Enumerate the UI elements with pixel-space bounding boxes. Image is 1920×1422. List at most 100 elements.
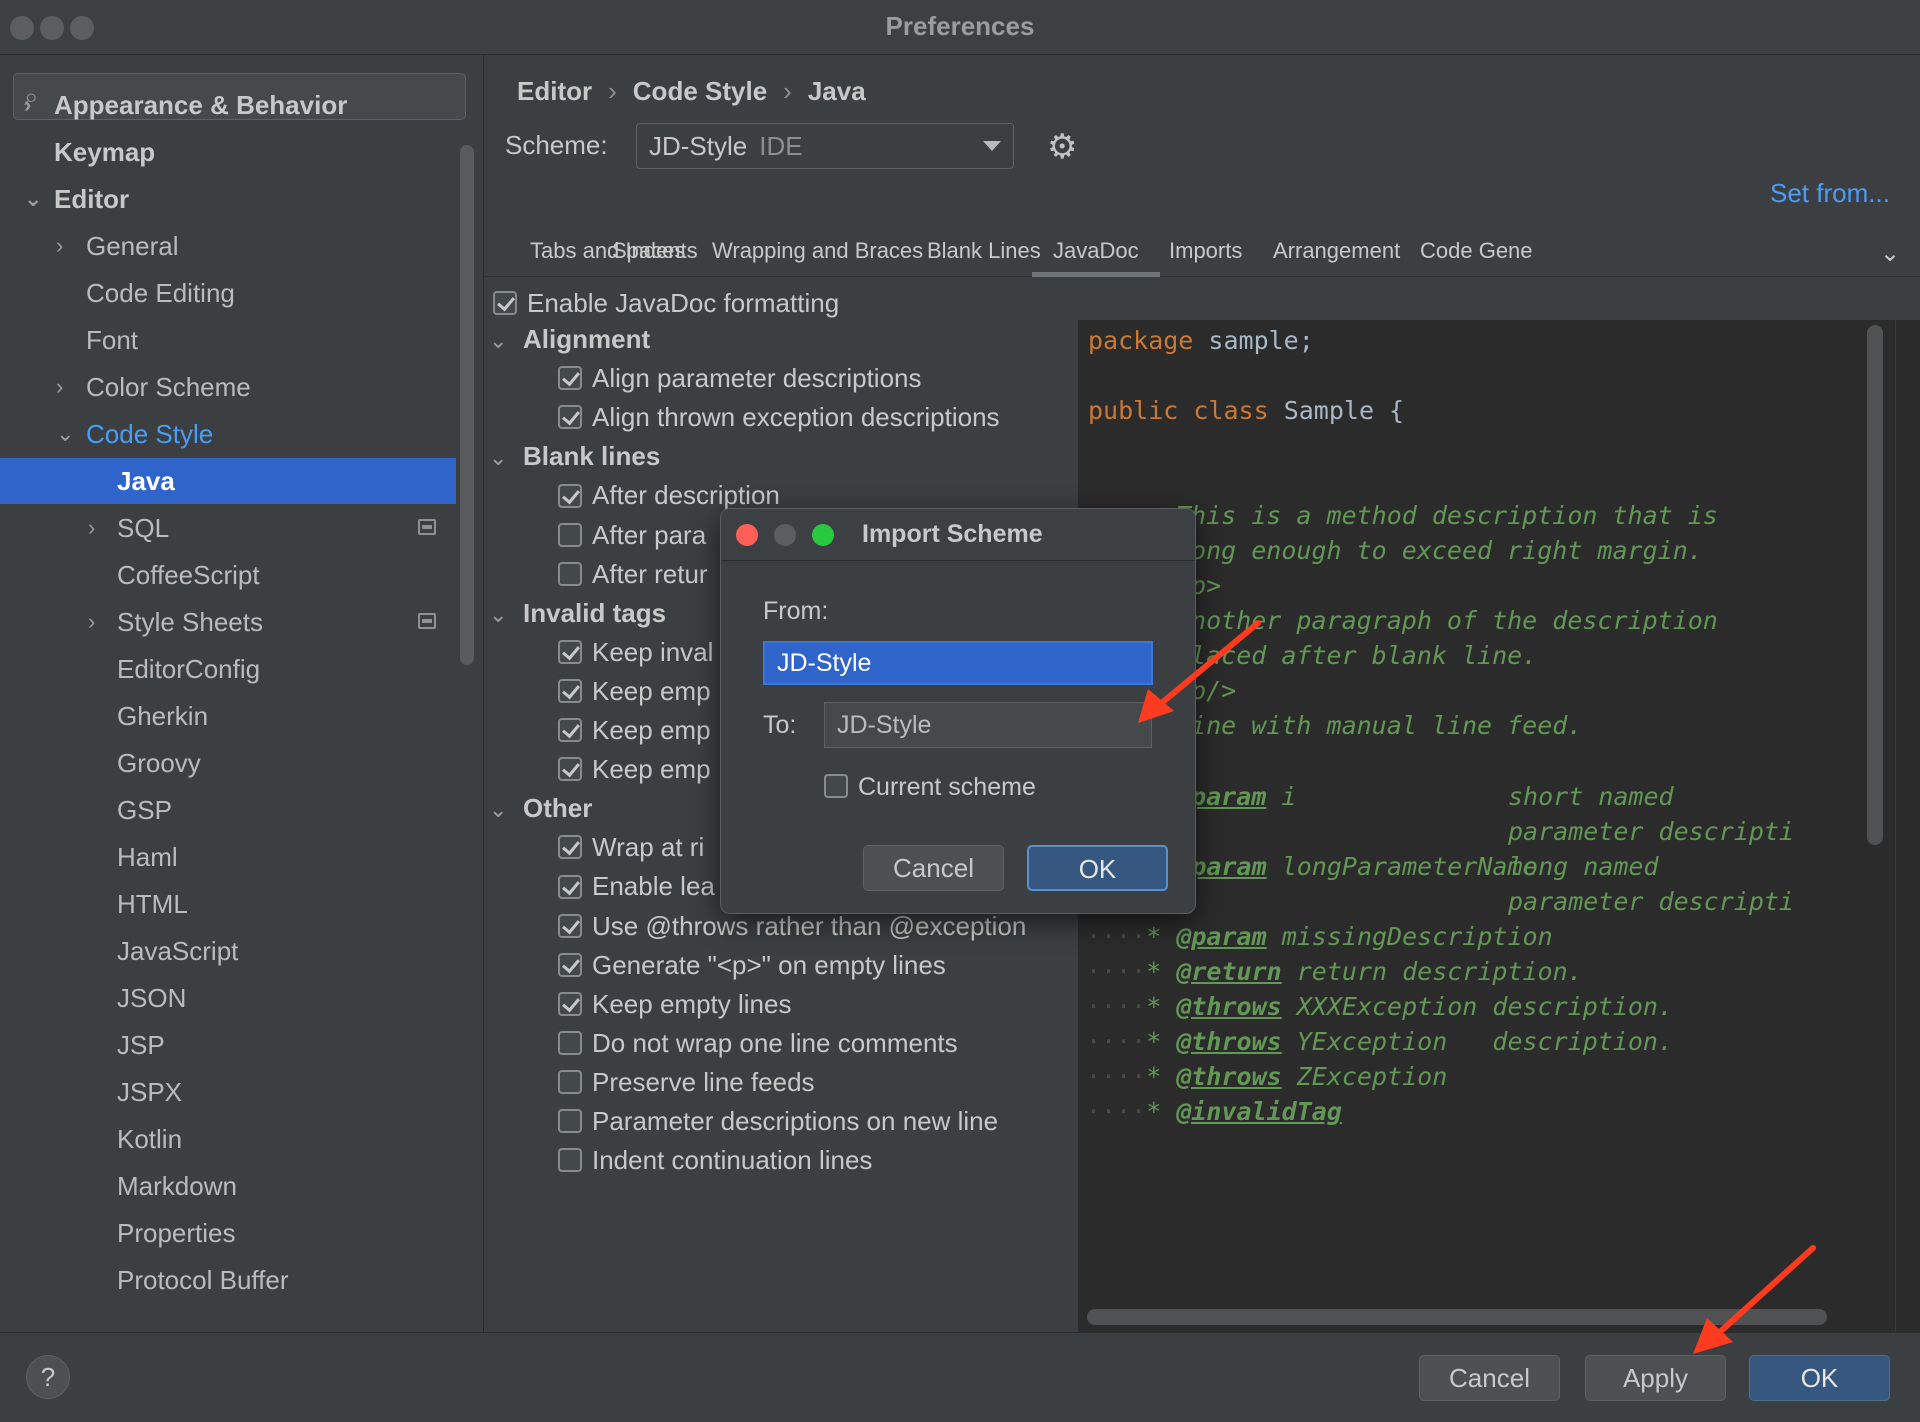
checkbox-icon (558, 1070, 582, 1095)
option-label: Keep emp (592, 754, 711, 785)
option-label: Alignment (523, 324, 651, 354)
current-scheme-checkbox[interactable]: Current scheme (824, 767, 1036, 807)
scheme-dropdown[interactable]: JD-Style IDE (636, 123, 1014, 169)
option-group-other[interactable]: ⌄ Other (489, 789, 592, 829)
chevron-right-icon[interactable]: › (56, 223, 63, 269)
chevron-right-icon[interactable]: › (24, 82, 31, 128)
chevron-down-icon[interactable]: ⌄ (489, 790, 523, 829)
help-button[interactable]: ? (26, 1355, 70, 1399)
dialog-cancel-button[interactable]: Cancel (863, 845, 1004, 891)
breadcrumb-editor[interactable]: Editor (517, 76, 592, 106)
option-label: Enable lea (592, 871, 715, 902)
chevron-down-icon[interactable]: ⌄ (489, 595, 523, 634)
option-checkbox[interactable]: Indent continuation lines (558, 1141, 872, 1180)
chevron-right-icon[interactable]: › (88, 505, 95, 551)
sidebar-item-groovy[interactable]: Groovy (0, 740, 456, 786)
sidebar-item-editorconfig[interactable]: EditorConfig (0, 646, 456, 692)
option-checkbox[interactable]: Keep emp (558, 750, 711, 789)
sidebar-item-markdown[interactable]: Markdown (0, 1163, 456, 1209)
option-label: Preserve line feeds (592, 1066, 815, 1097)
chevron-down-icon (983, 141, 1001, 151)
option-checkbox[interactable]: Keep emp (558, 672, 711, 711)
option-group-blank-lines[interactable]: ⌄ Blank lines (489, 437, 660, 477)
option-checkbox[interactable]: Generate "<p>" on empty lines (558, 946, 946, 985)
tab-wrapping-and-braces[interactable]: Wrapping and Braces (712, 225, 923, 277)
sidebar-item-html[interactable]: HTML (0, 881, 456, 927)
preferences-window: Preferences ⌕ › Appearance & Behavior Keym… (0, 0, 1920, 1422)
sidebar-item-coffeescript[interactable]: CoffeeScript (0, 552, 456, 598)
sidebar-item-gsp[interactable]: GSP (0, 787, 456, 833)
sidebar-item-kotlin[interactable]: Kotlin (0, 1116, 456, 1162)
enable-javadoc-checkbox[interactable]: Enable JavaDoc formatting (493, 283, 839, 323)
chevron-down-icon[interactable]: ⌄ (56, 411, 74, 457)
cancel-button[interactable]: Cancel (1419, 1355, 1560, 1401)
gear-icon[interactable]: ⚙ (1047, 127, 1077, 167)
option-checkbox[interactable]: Enable lea (558, 867, 715, 906)
tab-blank-lines[interactable]: Blank Lines (927, 225, 1041, 277)
dialog-zoom-button[interactable] (812, 524, 834, 546)
option-group-alignment[interactable]: ⌄ Alignment (489, 320, 650, 360)
sidebar-item-gherkin[interactable]: Gherkin (0, 693, 456, 739)
option-group-invalid-tags[interactable]: ⌄ Invalid tags (489, 594, 666, 634)
ok-button[interactable]: OK (1749, 1355, 1890, 1401)
dialog-close-button[interactable] (736, 524, 758, 546)
sidebar-item-appearance-behavior[interactable]: › Appearance & Behavior (0, 82, 456, 128)
sidebar-item-font[interactable]: Font (0, 317, 456, 363)
sidebar-item-editor[interactable]: ⌄ Editor (0, 176, 456, 222)
sidebar-item-keymap[interactable]: Keymap (0, 129, 456, 175)
sidebar-item-code-style[interactable]: ⌄ Code Style (0, 411, 456, 457)
chevron-down-icon[interactable]: ⌄ (489, 321, 523, 360)
code-vertical-scrollbar[interactable] (1867, 325, 1883, 845)
chevron-down-icon[interactable]: ⌄ (489, 438, 523, 477)
sidebar-item-sql[interactable]: › SQL (0, 505, 456, 551)
breadcrumb-code-style[interactable]: Code Style (633, 76, 767, 106)
option-checkbox[interactable]: Align parameter descriptions (558, 359, 922, 398)
dialog-title: Import Scheme (862, 520, 1043, 548)
sidebar-item-general[interactable]: › General (0, 223, 456, 269)
sidebar-item-label: Appearance & Behavior (54, 90, 348, 120)
option-checkbox[interactable]: Do not wrap one line comments (558, 1024, 958, 1063)
option-checkbox[interactable]: After para (558, 516, 706, 555)
chevron-right-icon[interactable]: › (88, 599, 95, 645)
breadcrumb-java: Java (807, 76, 866, 106)
sidebar-scrollbar[interactable] (460, 145, 474, 665)
option-checkbox[interactable]: Align thrown exception descriptions (558, 398, 1000, 437)
sidebar-item-json[interactable]: JSON (0, 975, 456, 1021)
set-from-link[interactable]: Set from... (1770, 173, 1890, 213)
option-checkbox[interactable]: Keep empty lines (558, 985, 791, 1024)
dialog-ok-button[interactable]: OK (1027, 845, 1168, 891)
sidebar-item-style-sheets[interactable]: › Style Sheets (0, 599, 456, 645)
sidebar-item-jspx[interactable]: JSPX (0, 1069, 456, 1115)
tab-imports[interactable]: Imports (1169, 225, 1242, 277)
option-checkbox[interactable]: Keep inval (558, 633, 713, 672)
sidebar-item-javascript[interactable]: JavaScript (0, 928, 456, 974)
to-field[interactable]: JD-Style (824, 702, 1152, 748)
chevron-right-icon[interactable]: › (56, 364, 63, 410)
tab-arrangement[interactable]: Arrangement (1273, 225, 1400, 277)
sidebar-item-protocol-buffer[interactable]: Protocol Buffer (0, 1257, 456, 1303)
tab-overflow-icon[interactable]: ⌄ (1880, 239, 1900, 268)
sidebar-item-code-editing[interactable]: Code Editing (0, 270, 456, 316)
tab-javadoc[interactable]: JavaDoc (1032, 225, 1160, 277)
tab-code-gene[interactable]: Code Gene (1420, 225, 1533, 277)
sidebar-item-properties[interactable]: Properties (0, 1210, 456, 1256)
sidebar-item-java[interactable]: Java (0, 458, 456, 504)
checkbox-icon (558, 405, 582, 430)
tab-spaces[interactable]: Spaces (612, 225, 685, 277)
sidebar-item-color-scheme[interactable]: › Color Scheme (0, 364, 456, 410)
sidebar-item-jsp[interactable]: JSP (0, 1022, 456, 1068)
option-checkbox[interactable]: Preserve line feeds (558, 1063, 815, 1102)
option-checkbox[interactable]: Parameter descriptions on new line (558, 1102, 998, 1141)
checkbox-icon (558, 522, 582, 547)
option-checkbox[interactable]: Wrap at ri (558, 828, 704, 867)
sidebar-item-haml[interactable]: Haml (0, 834, 456, 880)
option-checkbox[interactable]: Keep emp (558, 711, 711, 750)
option-label: Parameter descriptions on new line (592, 1106, 999, 1136)
from-field[interactable]: JD-Style (763, 641, 1153, 685)
apply-button[interactable]: Apply (1585, 1355, 1726, 1401)
annotation-arrow-icon (1138, 620, 1261, 723)
chevron-down-icon[interactable]: ⌄ (24, 176, 42, 222)
sidebar-item-label: Kotlin (117, 1124, 183, 1154)
project-scope-icon (418, 613, 436, 629)
option-checkbox[interactable]: After retur (558, 555, 708, 594)
